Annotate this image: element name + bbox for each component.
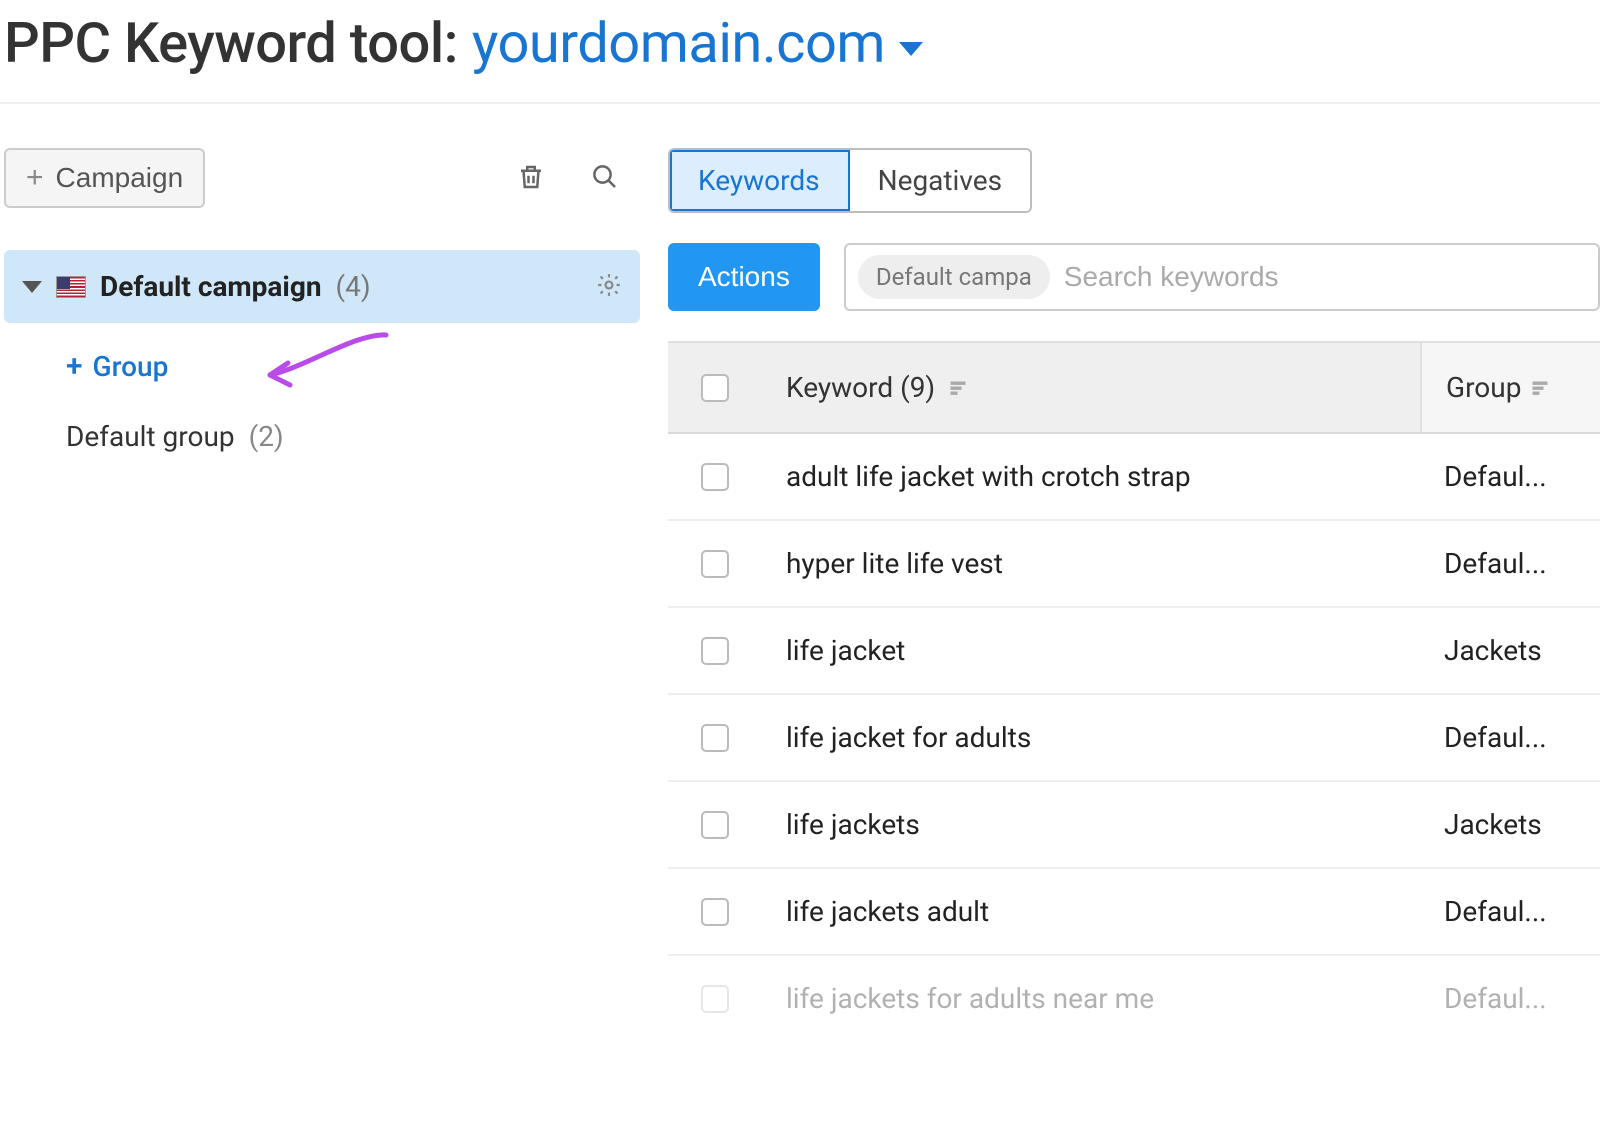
cell-keyword[interactable]: hyper lite life vest [762,521,1420,606]
domain-text: yourdomain.com [472,10,885,76]
row-checkbox[interactable] [701,637,729,665]
campaign-row[interactable]: Default campaign (4) [4,250,640,323]
cell-group[interactable]: Defaul... [1420,695,1600,780]
table-row: life jackets for adults near meDefaul... [668,956,1600,1041]
search-button[interactable] [590,162,620,195]
cell-keyword[interactable]: life jackets adult [762,869,1420,954]
gear-icon [596,286,622,301]
campaign-name: Default campaign [100,270,322,303]
chevron-down-icon [899,42,923,56]
table-row: life jacket for adultsDefaul... [668,695,1600,782]
cell-group[interactable]: Defaul... [1420,434,1600,519]
select-all-checkbox[interactable] [701,374,729,402]
plus-icon: + [66,349,83,384]
delete-button[interactable] [516,162,546,195]
search-field[interactable]: Default campa [844,243,1600,311]
domain-dropdown[interactable]: yourdomain.com [472,10,923,76]
chevron-down-icon[interactable] [22,281,42,293]
tab-negatives[interactable]: Negatives [850,150,1030,211]
row-checkbox[interactable] [701,550,729,578]
row-checkbox[interactable] [701,985,729,1013]
table-row: life jackets adultDefaul... [668,869,1600,956]
annotation-arrow [256,327,396,404]
campaign-count: (4) [336,270,371,303]
filter-chip[interactable]: Default campa [858,255,1050,299]
add-campaign-button[interactable]: + Campaign [4,148,205,208]
plus-icon: + [26,163,44,193]
column-keyword[interactable]: Keyword (9) [762,343,1420,432]
page-title: PPC Keyword tool: yourdomain.com [4,10,1596,76]
row-checkbox[interactable] [701,811,729,839]
group-count: (2) [249,420,284,453]
cell-group[interactable]: Defaul... [1420,956,1600,1041]
table-row: adult life jacket with crotch strapDefau… [668,434,1600,521]
cell-keyword[interactable]: life jackets for adults near me [762,956,1420,1041]
sidebar-group-item[interactable]: Default group (2) [66,420,640,453]
keywords-table: Keyword (9) Group adult life jacket with… [668,341,1600,1041]
trash-icon [516,180,546,195]
table-header: Keyword (9) Group [668,343,1600,434]
row-checkbox[interactable] [701,898,729,926]
tabs: Keywords Negatives [668,148,1032,213]
cell-group[interactable]: Defaul... [1420,521,1600,606]
cell-keyword[interactable]: life jackets [762,782,1420,867]
page-header: PPC Keyword tool: yourdomain.com [0,0,1600,104]
search-input[interactable] [1064,261,1586,293]
cell-group[interactable]: Jackets [1420,782,1600,867]
search-icon [590,180,620,195]
table-row: hyper lite life vestDefaul... [668,521,1600,608]
us-flag-icon [56,276,86,298]
tab-keywords[interactable]: Keywords [670,150,850,211]
sidebar: + Campaign [4,148,640,1041]
sort-icon [1531,371,1549,404]
cell-group[interactable]: Defaul... [1420,869,1600,954]
table-row: life jacketJackets [668,608,1600,695]
add-group-label: Group [93,350,169,383]
row-checkbox[interactable] [701,724,729,752]
cell-group[interactable]: Jackets [1420,608,1600,693]
group-name: Default group [66,420,235,453]
cell-keyword[interactable]: life jacket [762,608,1420,693]
add-campaign-label: Campaign [56,162,184,194]
cell-keyword[interactable]: life jacket for adults [762,695,1420,780]
column-group[interactable]: Group [1420,343,1600,432]
campaign-settings-button[interactable] [596,272,622,301]
row-checkbox[interactable] [701,463,729,491]
actions-button[interactable]: Actions [668,243,820,311]
sort-icon [949,371,967,404]
column-keyword-label: Keyword (9) [786,371,935,404]
main-panel: Keywords Negatives Actions Default campa… [668,148,1600,1041]
add-group-button[interactable]: + Group [66,349,168,384]
cell-keyword[interactable]: adult life jacket with crotch strap [762,434,1420,519]
table-row: life jacketsJackets [668,782,1600,869]
title-prefix: PPC Keyword tool: [4,10,458,76]
column-group-label: Group [1446,371,1521,404]
